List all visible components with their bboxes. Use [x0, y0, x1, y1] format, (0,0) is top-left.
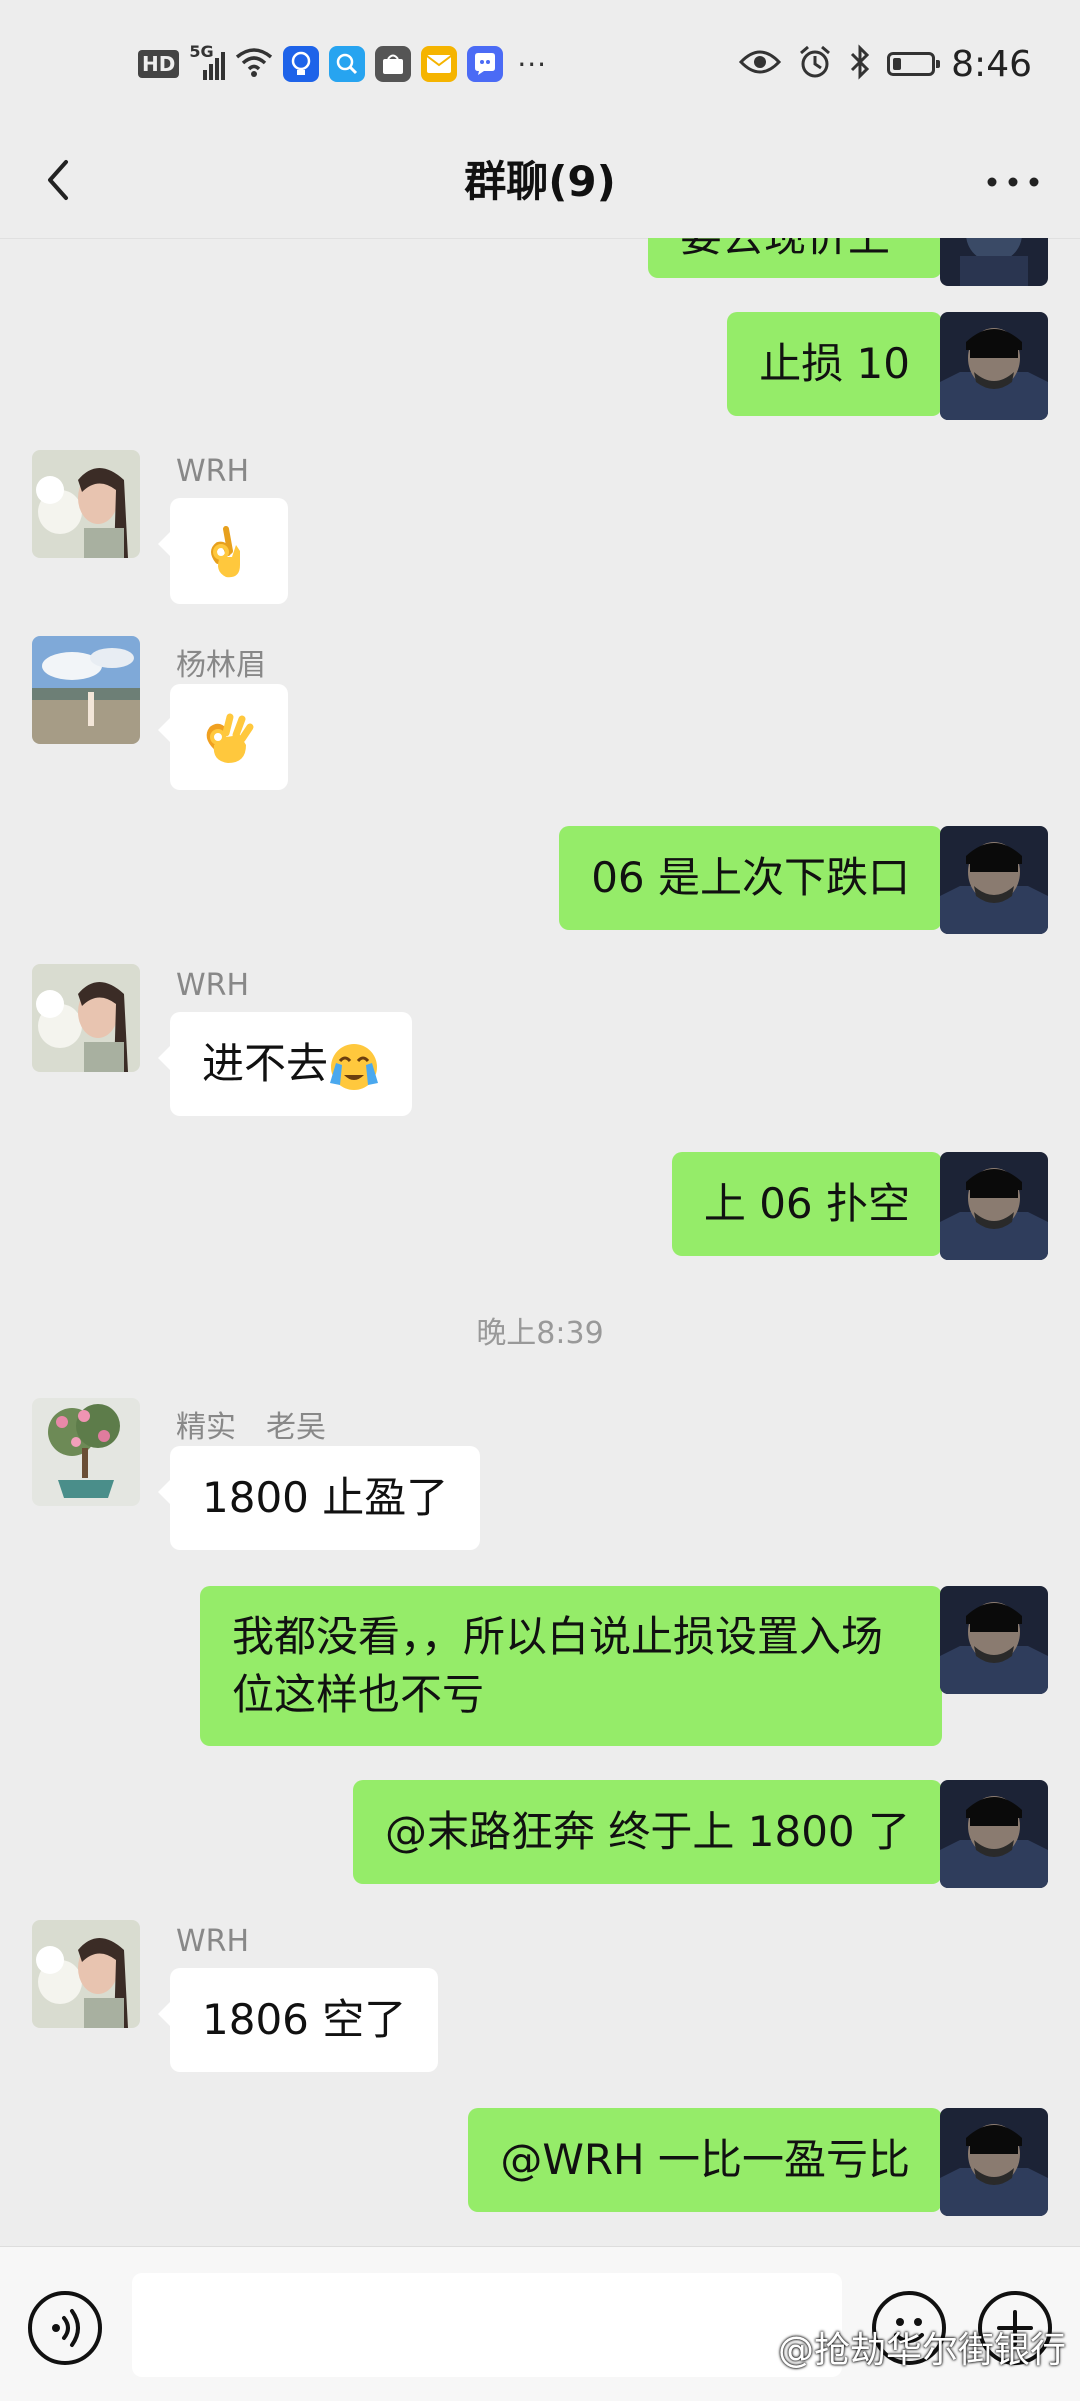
ok-hand-emoji-icon — [211, 525, 240, 577]
ok-hand-emoji-icon — [206, 713, 254, 763]
message-text: 进不去 — [202, 1039, 329, 1088]
sender-name: 精实 老吴 — [176, 1410, 326, 1445]
message-bubble[interactable]: 上 06 扑空 — [671, 1152, 955, 1256]
hd-badge: HD — [138, 50, 180, 78]
eye-icon — [739, 48, 782, 80]
message-text: 1806 空了 — [202, 1995, 407, 2044]
message-row: 上 06 扑空 — [0, 1152, 1080, 1260]
message-list[interactable]: 要去现价上 止损 10 WRH 杨林眉 06 是上次下跌口 — [0, 238, 1080, 2246]
message-bubble[interactable]: @末路狂奔 终于上 1800 了 — [353, 1780, 954, 1884]
voice-button[interactable] — [28, 2291, 102, 2365]
message-row: 止损 10 — [0, 312, 1080, 420]
message-bubble[interactable]: 要去现价上 — [648, 238, 942, 278]
my-avatar[interactable] — [940, 1152, 1048, 1260]
sender-avatar[interactable] — [32, 1398, 140, 1506]
voice-icon — [52, 2309, 80, 2347]
message-row: @末路狂奔 终于上 1800 了 — [0, 1780, 1080, 1888]
message-text: 上 06 扑空 — [703, 1179, 910, 1228]
more-notifications: ··· — [517, 47, 548, 81]
sender-name: WRH — [176, 968, 250, 1003]
sender-name: 杨林眉 — [176, 648, 266, 683]
battery-icon — [887, 52, 941, 76]
input-bar: @抢劫华尔街银行 — [0, 2246, 1080, 2401]
message-bubble[interactable]: 我都没看，，所以白说止损设置入场位这样也不亏 — [200, 1586, 954, 1746]
message-bubble[interactable]: 06 是上次下跌口 — [559, 826, 954, 930]
my-avatar[interactable] — [940, 826, 1048, 934]
huawei-app-icon — [375, 46, 412, 82]
my-avatar[interactable] — [940, 312, 1048, 420]
more-options-button[interactable] — [978, 152, 1048, 212]
bulb-app-icon — [283, 46, 320, 82]
message-row: WRH — [0, 450, 1080, 604]
my-avatar[interactable] — [940, 2108, 1048, 2216]
message-bubble[interactable]: 1800 止盈了 — [157, 1446, 481, 1550]
message-row: 杨林眉 — [0, 636, 1080, 790]
message-text: 止损 10 — [759, 339, 910, 388]
message-row: 我都没看，，所以白说止损设置入场位这样也不亏 — [0, 1586, 1080, 1746]
message-bubble[interactable]: 1806 空了 — [157, 1968, 439, 2072]
bluetooth-icon — [849, 44, 871, 84]
message-row: @WRH 一比一盈亏比 — [0, 2108, 1080, 2216]
my-avatar[interactable] — [940, 1586, 1048, 1694]
sender-avatar[interactable] — [32, 636, 140, 744]
zhihu-logo-icon — [746, 2341, 774, 2364]
network-type: 5G — [189, 42, 214, 61]
status-right: 8:46 — [739, 43, 1032, 85]
alarm-icon — [797, 44, 833, 84]
chat-header: 群聊(9) — [0, 130, 1080, 239]
message-bubble[interactable]: 止损 10 — [727, 312, 954, 416]
sender-name: WRH — [176, 1924, 250, 1959]
wifi-icon — [235, 45, 273, 83]
message-row: 06 是上次下跌口 — [0, 826, 1080, 934]
message-bubble[interactable]: 进不去 — [157, 1012, 413, 1116]
status-time: 8:46 — [951, 43, 1032, 85]
message-row: WRH 进不去 — [0, 964, 1080, 1116]
my-avatar[interactable] — [940, 1780, 1048, 1888]
sender-name: WRH — [176, 454, 250, 489]
more-icon — [987, 177, 1039, 187]
chat-title: 群聊(9) — [464, 157, 616, 206]
message-input[interactable] — [132, 2273, 842, 2377]
sender-avatar[interactable] — [32, 450, 140, 558]
message-text: @末路狂奔 终于上 1800 了 — [385, 1807, 910, 1856]
mail-app-icon — [421, 46, 458, 82]
message-bubble[interactable] — [158, 684, 288, 790]
chat-timestamp: 晚上8:39 — [476, 1316, 604, 1351]
status-bar: HD 5G ··· 8:46 — [0, 0, 1080, 130]
watermark-text: @抢劫华尔街银行 — [777, 2330, 1066, 2371]
message-row: WRH 1806 空了 — [0, 1920, 1080, 2072]
message-text: 06 是上次下跌口 — [591, 853, 910, 902]
message-row: 精实 老吴 1800 止盈了 — [0, 1398, 1080, 1550]
message-bubble[interactable] — [158, 498, 288, 604]
message-text: 我都没看，，所以白说止损设置入场位这样也不亏 — [232, 1612, 884, 1719]
message-text: 1800 止盈了 — [202, 1473, 449, 1522]
my-avatar[interactable] — [940, 238, 1048, 286]
crying-face-emoji-icon — [330, 1043, 379, 1090]
message-bubble[interactable]: @WRH 一比一盈亏比 — [468, 2108, 954, 2212]
message-row: 要去现价上 — [0, 238, 1080, 286]
zhihu-watermark: @抢劫华尔街银行 — [744, 2321, 1066, 2373]
signal-icon: 5G — [189, 42, 226, 82]
message-text: 要去现价上 — [680, 238, 890, 261]
chat-app-icon — [467, 46, 504, 82]
message-text: @WRH 一比一盈亏比 — [500, 2135, 910, 2184]
sender-avatar[interactable] — [32, 964, 140, 1072]
search-app-icon — [329, 46, 366, 82]
status-left: HD 5G ··· — [138, 42, 548, 84]
sender-avatar[interactable] — [32, 1920, 140, 2028]
